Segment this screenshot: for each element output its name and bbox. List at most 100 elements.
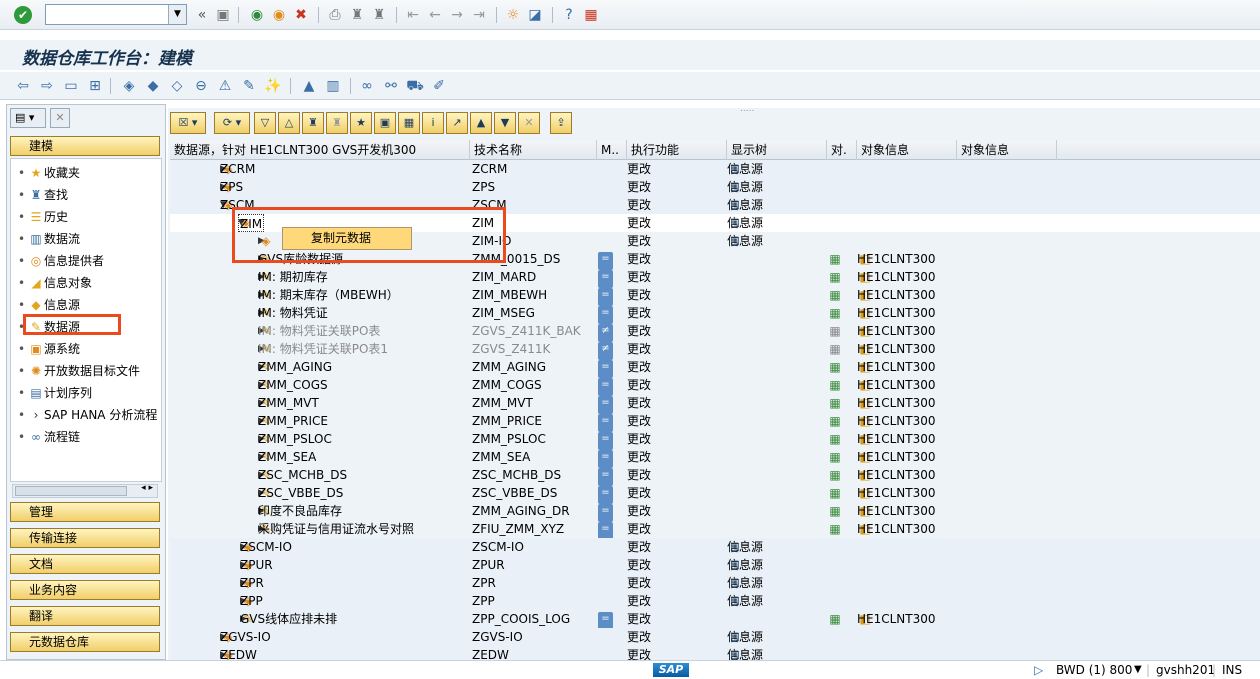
collapse-all-icon[interactable]: △	[278, 112, 300, 134]
table-row[interactable]: ▶ ✎ GVS线体应排未排 ZPP_COOIS_LOG = 更改 ▦ ◧ HE1CLNT300	[170, 610, 1260, 630]
modeling-button[interactable]: 建模	[10, 136, 160, 156]
nav-item-datasource[interactable]: • ✎ 数据源	[18, 317, 80, 337]
table-row[interactable]: ▶ ✎ IM: 物料凭证关联PO表1 ZGVS_Z411K ≠ 更改 ▦ ◧ HE1CLNT3…	[170, 340, 1260, 360]
transport-button[interactable]: 传输连接	[10, 528, 160, 548]
function-change[interactable]: 更改	[627, 538, 727, 556]
column-header[interactable]: 技术名称	[470, 140, 597, 160]
function-change[interactable]: 更改	[627, 502, 727, 520]
object-green-icon[interactable]: ▦	[827, 250, 843, 268]
command-field[interactable]: ▼	[45, 4, 187, 25]
object-green-icon[interactable]: ▦	[827, 520, 843, 538]
display-tree[interactable]: 信息源	[727, 574, 763, 592]
object-green-icon[interactable]: ▦	[827, 502, 843, 520]
business-content-button[interactable]: 业务内容	[10, 580, 160, 600]
table-row[interactable]: ▶ ✎ ZSC_VBBE_DS ZSC_VBBE_DS = 更改 ▦ ◧ HE1CLNT300	[170, 484, 1260, 504]
object-green-icon[interactable]: ▦	[827, 412, 843, 430]
table-row[interactable]: ▶ ◈ ZPP ZPP 更改 ⊞ 信息源	[170, 592, 1260, 610]
close-icon[interactable]: ✕	[50, 108, 70, 128]
display-tree[interactable]: 信息源	[727, 196, 763, 214]
translation-button[interactable]: 翻译	[10, 606, 160, 626]
find-next-icon[interactable]: ♜	[370, 6, 388, 24]
settings-icon[interactable]: ✐	[430, 77, 448, 95]
table-row[interactable]: ▶ ✎ 采购凭证与信用证流水号对照 ZFIU_ZMM_XYZ = 更改 ▦ ◧ HE1CLNT…	[170, 520, 1260, 540]
dso-icon[interactable]: ⊖	[192, 77, 210, 95]
object-grey-icon[interactable]: ▦	[827, 340, 843, 358]
cancel-icon[interactable]: ✖	[292, 6, 310, 24]
hierarchy-icon[interactable]: ▲	[470, 112, 492, 134]
collapse-icon[interactable]: «	[193, 6, 211, 24]
table-row[interactable]: ▼ ◈ ZSCM ZSCM 更改 ⊞ 信息源	[170, 196, 1260, 214]
function-change[interactable]: 更改	[627, 250, 727, 268]
function-change[interactable]: 更改	[627, 394, 727, 412]
transport-icon[interactable]: ⛟	[406, 77, 424, 95]
layout-icon[interactable]: ▦	[582, 6, 600, 24]
display-tree[interactable]: 信息源	[727, 556, 763, 574]
first-page-icon[interactable]: ⇤	[404, 6, 422, 24]
nav-item-star[interactable]: • ★ 收藏夹	[18, 163, 80, 183]
nav-menu-button[interactable]: ▤ ▾	[10, 108, 46, 128]
nav-item-history[interactable]: • ☰ 历史	[18, 207, 68, 227]
function-change[interactable]: 更改	[627, 628, 727, 646]
prev-page-icon[interactable]: ←	[426, 6, 444, 24]
display-tree[interactable]: 信息源	[727, 592, 763, 610]
function-change[interactable]: 更改	[627, 214, 727, 232]
object-green-icon[interactable]: ▦	[827, 304, 843, 322]
help-icon[interactable]: ?	[560, 6, 578, 24]
table-row[interactable]: ▶ ✎ ZMM_MVT ZMM_MVT = 更改 ▦ ◧ HE1CLNT300	[170, 394, 1260, 414]
function-change[interactable]: 更改	[627, 610, 727, 628]
print-icon[interactable]: ⎙	[326, 6, 344, 24]
function-change[interactable]: 更改	[627, 520, 727, 538]
last-page-icon[interactable]: ⇥	[470, 6, 488, 24]
display-tree[interactable]: 信息源	[727, 628, 763, 646]
function-change[interactable]: 更改	[627, 232, 727, 250]
function-change[interactable]: 更改	[627, 448, 727, 466]
next-page-icon[interactable]: →	[448, 6, 466, 24]
function-change[interactable]: 更改	[627, 304, 727, 322]
table-row[interactable]: ▶ ✎ IM: 期末库存（MBEWH） ZIM_MBEWH = 更改 ▦ ◧ HE1CLNT3…	[170, 286, 1260, 306]
table-row[interactable]: ▶ ◈ ZSCM-IO ZSCM-IO 更改 ⊞ 信息源	[170, 538, 1260, 556]
shortcut-icon[interactable]: ◪	[526, 6, 544, 24]
nav-item-infoprovider[interactable]: • ◎ 信息提供者	[18, 251, 104, 271]
cube-icon[interactable]: ◇	[168, 77, 186, 95]
find-icon[interactable]: ♜	[348, 6, 366, 24]
nav-item-sourcesystem[interactable]: • ▣ 源系统	[18, 339, 80, 359]
network-icon[interactable]: ⚯	[382, 77, 400, 95]
columns-icon[interactable]: ▦	[398, 112, 420, 134]
status-expand-icon[interactable]: ▷	[1034, 661, 1043, 679]
link-icon[interactable]: ∞	[358, 77, 376, 95]
column-header[interactable]: 对.	[827, 140, 857, 160]
nav-item-dataflow[interactable]: • ▥ 数据流	[18, 229, 80, 249]
table-row[interactable]: ▶ ✎ IM: 物料凭证关联PO表 ZGVS_Z411K_BAK ≠ 更改 ▦ ◧ HE1CL…	[170, 322, 1260, 342]
function-change[interactable]: 更改	[627, 556, 727, 574]
function-change[interactable]: 更改	[627, 196, 727, 214]
object-green-icon[interactable]: ▦	[827, 430, 843, 448]
table-row[interactable]: ▶ ◈ ZPUR ZPUR 更改 ⊞ 信息源	[170, 556, 1260, 574]
nav-item-chain[interactable]: • ∞ 流程链	[18, 427, 80, 447]
transform-icon[interactable]: ⚠	[216, 77, 234, 95]
object-green-icon[interactable]: ▦	[827, 484, 843, 502]
table-row[interactable]: ▶ ✎ ZMM_AGING ZMM_AGING = 更改 ▦ ◧ HE1CLNT300	[170, 358, 1260, 378]
hierarchy-icon[interactable]: ⊞	[86, 77, 104, 95]
find-icon[interactable]: ♜	[302, 112, 324, 134]
function-change[interactable]: 更改	[627, 160, 727, 178]
delete-filter-icon[interactable]: ✕	[518, 112, 540, 134]
table-row[interactable]: ▶ ✎ IM: 期初库存 ZIM_MARD = 更改 ▦ ◧ HE1CLNT300	[170, 268, 1260, 288]
infocube-icon[interactable]: ◈	[120, 77, 138, 95]
new-session-icon[interactable]: ☼	[504, 6, 522, 24]
exit-icon[interactable]: ◉	[270, 6, 288, 24]
function-change[interactable]: 更改	[627, 412, 727, 430]
table-row[interactable]: ▶ ✎ 印度不良品库存 ZMM_AGING_DR = 更改 ▦ ◧ HE1CLNT300	[170, 502, 1260, 522]
object-green-icon[interactable]: ▦	[827, 394, 843, 412]
table-row[interactable]: ▶ ◈ ZPR ZPR 更改 ⊞ 信息源	[170, 574, 1260, 592]
function-change[interactable]: 更改	[627, 268, 727, 286]
infocube2-icon[interactable]: ◆	[144, 77, 162, 95]
function-change[interactable]: 更改	[627, 574, 727, 592]
function-change[interactable]: 更改	[627, 286, 727, 304]
filter-icon[interactable]: ▼	[494, 112, 516, 134]
function-change[interactable]: 更改	[627, 376, 727, 394]
display-tree[interactable]: 信息源	[727, 214, 763, 232]
display-tree[interactable]: 信息源	[727, 232, 763, 250]
expand-icon[interactable]: ▽	[254, 112, 276, 134]
bar-icon[interactable]: ▥	[324, 77, 342, 95]
object-green-icon[interactable]: ▦	[827, 448, 843, 466]
